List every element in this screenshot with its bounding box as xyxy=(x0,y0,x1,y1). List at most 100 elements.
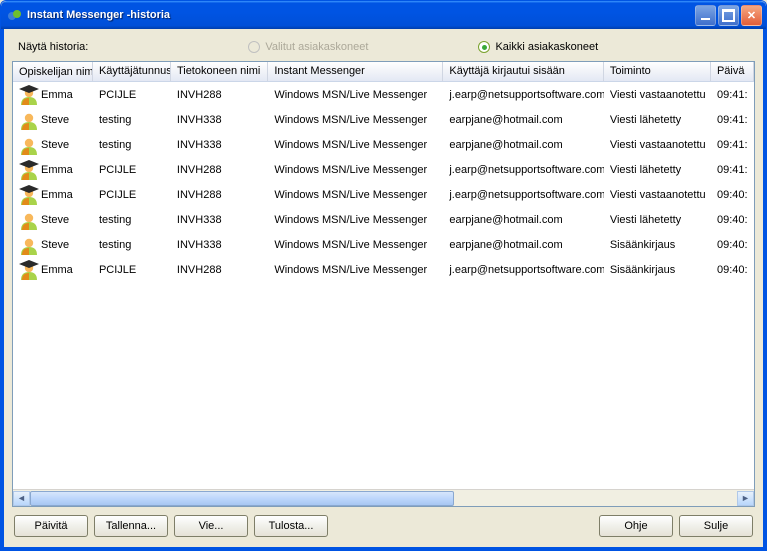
cell-username: PCIJLE xyxy=(93,164,171,176)
user-icon xyxy=(19,160,39,180)
table-row[interactable]: EmmaPCIJLEINVH288Windows MSN/Live Messen… xyxy=(13,82,754,107)
cell-action: Sisäänkirjaus xyxy=(604,239,711,251)
radio-icon xyxy=(478,41,490,53)
column-computer-name[interactable]: Tietokoneen nimi xyxy=(171,62,268,81)
table-row[interactable]: StevetestingINVH338Windows MSN/Live Mess… xyxy=(13,107,754,132)
cell-messenger: Windows MSN/Live Messenger xyxy=(268,139,443,151)
horizontal-scrollbar[interactable]: ◄ ► xyxy=(13,489,754,506)
radio-label: Kaikki asiakaskoneet xyxy=(495,41,598,53)
close-dialog-button[interactable]: Sulje xyxy=(679,515,753,537)
cell-student-name: Emma xyxy=(13,260,93,280)
cell-action: Viesti vastaanotettu xyxy=(604,89,711,101)
table-row[interactable]: StevetestingINVH338Windows MSN/Live Mess… xyxy=(13,232,754,257)
table-row[interactable]: StevetestingINVH338Windows MSN/Live Mess… xyxy=(13,132,754,157)
table-row[interactable]: EmmaPCIJLEINVH288Windows MSN/Live Messen… xyxy=(13,257,754,282)
cell-username: PCIJLE xyxy=(93,89,171,101)
scroll-track[interactable] xyxy=(30,491,737,506)
table-row[interactable]: EmmaPCIJLEINVH288Windows MSN/Live Messen… xyxy=(13,182,754,207)
cell-login: earpjane@hotmail.com xyxy=(443,239,603,251)
cell-username: testing xyxy=(93,139,171,151)
user-icon xyxy=(19,185,39,205)
cell-computer: INVH338 xyxy=(171,139,268,151)
maximize-button[interactable] xyxy=(718,5,739,26)
user-icon xyxy=(19,110,39,130)
cell-action: Viesti lähetetty xyxy=(604,114,711,126)
user-icon xyxy=(19,85,39,105)
window-title: Instant Messenger -historia xyxy=(27,9,695,21)
filter-row: Näytä historia: Valitut asiakaskoneet Ka… xyxy=(12,37,755,61)
table-row[interactable]: EmmaPCIJLEINVH288Windows MSN/Live Messen… xyxy=(13,157,754,182)
cell-messenger: Windows MSN/Live Messenger xyxy=(268,89,443,101)
cell-time: 09:41: xyxy=(711,164,754,176)
help-button[interactable]: Ohje xyxy=(599,515,673,537)
button-bar: Päivitä Tallenna... Vie... Tulosta... Oh… xyxy=(12,507,755,539)
user-icon xyxy=(19,135,39,155)
cell-action: Sisäänkirjaus xyxy=(604,264,711,276)
cell-computer: INVH338 xyxy=(171,214,268,226)
cell-student-name: Steve xyxy=(13,110,93,130)
cell-username: PCIJLE xyxy=(93,189,171,201)
cell-time: 09:40: xyxy=(711,214,754,226)
cell-messenger: Windows MSN/Live Messenger xyxy=(268,114,443,126)
grid-header: Opiskelijan nimi Käyttäjätunnus Tietokon… xyxy=(13,62,754,82)
cell-student-name: Emma xyxy=(13,185,93,205)
messenger-icon xyxy=(7,7,23,23)
column-date[interactable]: Päivä xyxy=(711,62,754,81)
cell-action: Viesti vastaanotettu xyxy=(604,139,711,151)
cell-login: j.earp@netsupportsoftware.com xyxy=(443,89,603,101)
column-username[interactable]: Käyttäjätunnus xyxy=(93,62,171,81)
save-button[interactable]: Tallenna... xyxy=(94,515,168,537)
column-im[interactable]: Instant Messenger xyxy=(268,62,443,81)
cell-messenger: Windows MSN/Live Messenger xyxy=(268,189,443,201)
user-icon xyxy=(19,260,39,280)
cell-messenger: Windows MSN/Live Messenger xyxy=(268,214,443,226)
cell-login: j.earp@netsupportsoftware.com xyxy=(443,164,603,176)
cell-student-name: Steve xyxy=(13,235,93,255)
filter-label: Näytä historia: xyxy=(18,41,88,53)
cell-action: Viesti lähetetty xyxy=(604,214,711,226)
column-action[interactable]: Toiminto xyxy=(604,62,711,81)
cell-time: 09:41: xyxy=(711,139,754,151)
history-grid: Opiskelijan nimi Käyttäjätunnus Tietokon… xyxy=(12,61,755,507)
export-button[interactable]: Vie... xyxy=(174,515,248,537)
table-row[interactable]: StevetestingINVH338Windows MSN/Live Mess… xyxy=(13,207,754,232)
window: Instant Messenger -historia Näytä histor… xyxy=(0,0,767,551)
close-button[interactable] xyxy=(741,5,762,26)
titlebar[interactable]: Instant Messenger -historia xyxy=(1,1,766,29)
cell-computer: INVH288 xyxy=(171,164,268,176)
scroll-thumb[interactable] xyxy=(30,491,454,506)
minimize-button[interactable] xyxy=(695,5,716,26)
cell-username: PCIJLE xyxy=(93,264,171,276)
cell-login: j.earp@netsupportsoftware.com xyxy=(443,189,603,201)
cell-computer: INVH288 xyxy=(171,189,268,201)
cell-messenger: Windows MSN/Live Messenger xyxy=(268,239,443,251)
cell-computer: INVH288 xyxy=(171,89,268,101)
cell-login: earpjane@hotmail.com xyxy=(443,114,603,126)
cell-action: Viesti lähetetty xyxy=(604,164,711,176)
content-area: Näytä historia: Valitut asiakaskoneet Ka… xyxy=(1,29,766,550)
scroll-left-button[interactable]: ◄ xyxy=(13,491,30,506)
cell-login: earpjane@hotmail.com xyxy=(443,214,603,226)
refresh-button[interactable]: Päivitä xyxy=(14,515,88,537)
cell-computer: INVH338 xyxy=(171,114,268,126)
cell-time: 09:40: xyxy=(711,264,754,276)
cell-student-name: Steve xyxy=(13,210,93,230)
cell-time: 09:41: xyxy=(711,89,754,101)
column-student-name[interactable]: Opiskelijan nimi xyxy=(13,62,93,81)
cell-login: j.earp@netsupportsoftware.com xyxy=(443,264,603,276)
cell-computer: INVH338 xyxy=(171,239,268,251)
cell-student-name: Emma xyxy=(13,160,93,180)
cell-time: 09:40: xyxy=(711,239,754,251)
cell-username: testing xyxy=(93,214,171,226)
cell-username: testing xyxy=(93,239,171,251)
print-button[interactable]: Tulosta... xyxy=(254,515,328,537)
cell-messenger: Windows MSN/Live Messenger xyxy=(268,264,443,276)
cell-time: 09:41: xyxy=(711,114,754,126)
cell-login: earpjane@hotmail.com xyxy=(443,139,603,151)
radio-all-clients[interactable]: Kaikki asiakaskoneet xyxy=(478,41,598,53)
radio-label: Valitut asiakaskoneet xyxy=(265,41,368,53)
column-user-signed-in[interactable]: Käyttäjä kirjautui sisään xyxy=(443,62,603,81)
radio-icon xyxy=(248,41,260,53)
scroll-right-button[interactable]: ► xyxy=(737,491,754,506)
user-icon xyxy=(19,235,39,255)
